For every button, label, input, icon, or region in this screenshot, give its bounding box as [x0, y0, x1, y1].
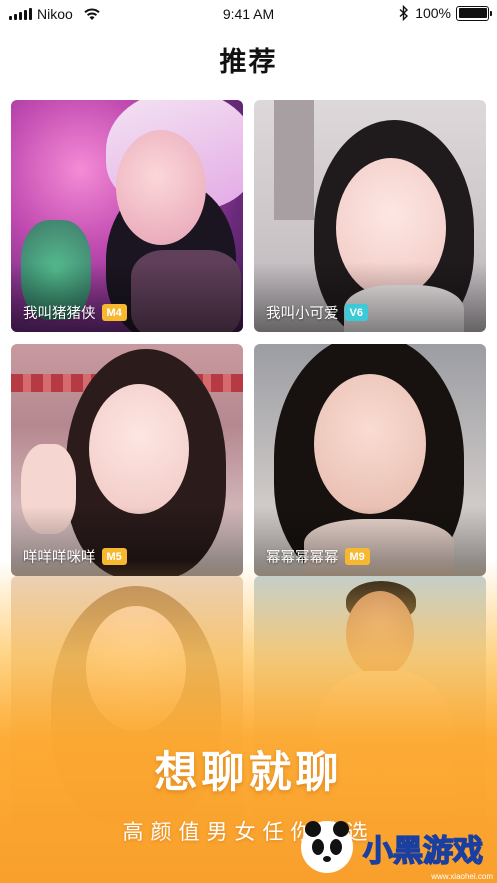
user-card[interactable]: 幂幂幂幂幂 M9 [254, 344, 486, 576]
user-name: 我叫猪猪侠 [23, 306, 96, 322]
bluetooth-icon [399, 5, 409, 21]
status-bar: Nikoo 9:41 AM 100% [0, 0, 497, 30]
user-card[interactable]: 我叫小可爱 V6 [254, 100, 486, 332]
user-name: 我叫小可爱 [266, 306, 339, 322]
status-right: 100% [399, 5, 492, 21]
battery-percent: 100% [415, 5, 451, 21]
card-label: 我叫小可爱 V6 [266, 302, 368, 323]
user-card[interactable]: 咩咩咩咪咩 M5 [11, 344, 243, 576]
level-badge: V6 [344, 304, 368, 321]
watermark-logo: 小黑游戏 [301, 821, 484, 873]
level-badge: M4 [101, 304, 127, 321]
promo-slogan: 想聊就聊 [154, 748, 343, 798]
battery-icon [456, 5, 492, 21]
svg-text:小黑游戏: 小黑游戏 [363, 834, 483, 869]
user-card[interactable]: 我叫猪猪侠 M4 [11, 100, 243, 332]
card-label: 我叫猪猪侠 M4 [23, 302, 127, 323]
page-title: 推荐 [219, 47, 278, 78]
watermark-url: www.xiaohei.com [431, 872, 493, 881]
